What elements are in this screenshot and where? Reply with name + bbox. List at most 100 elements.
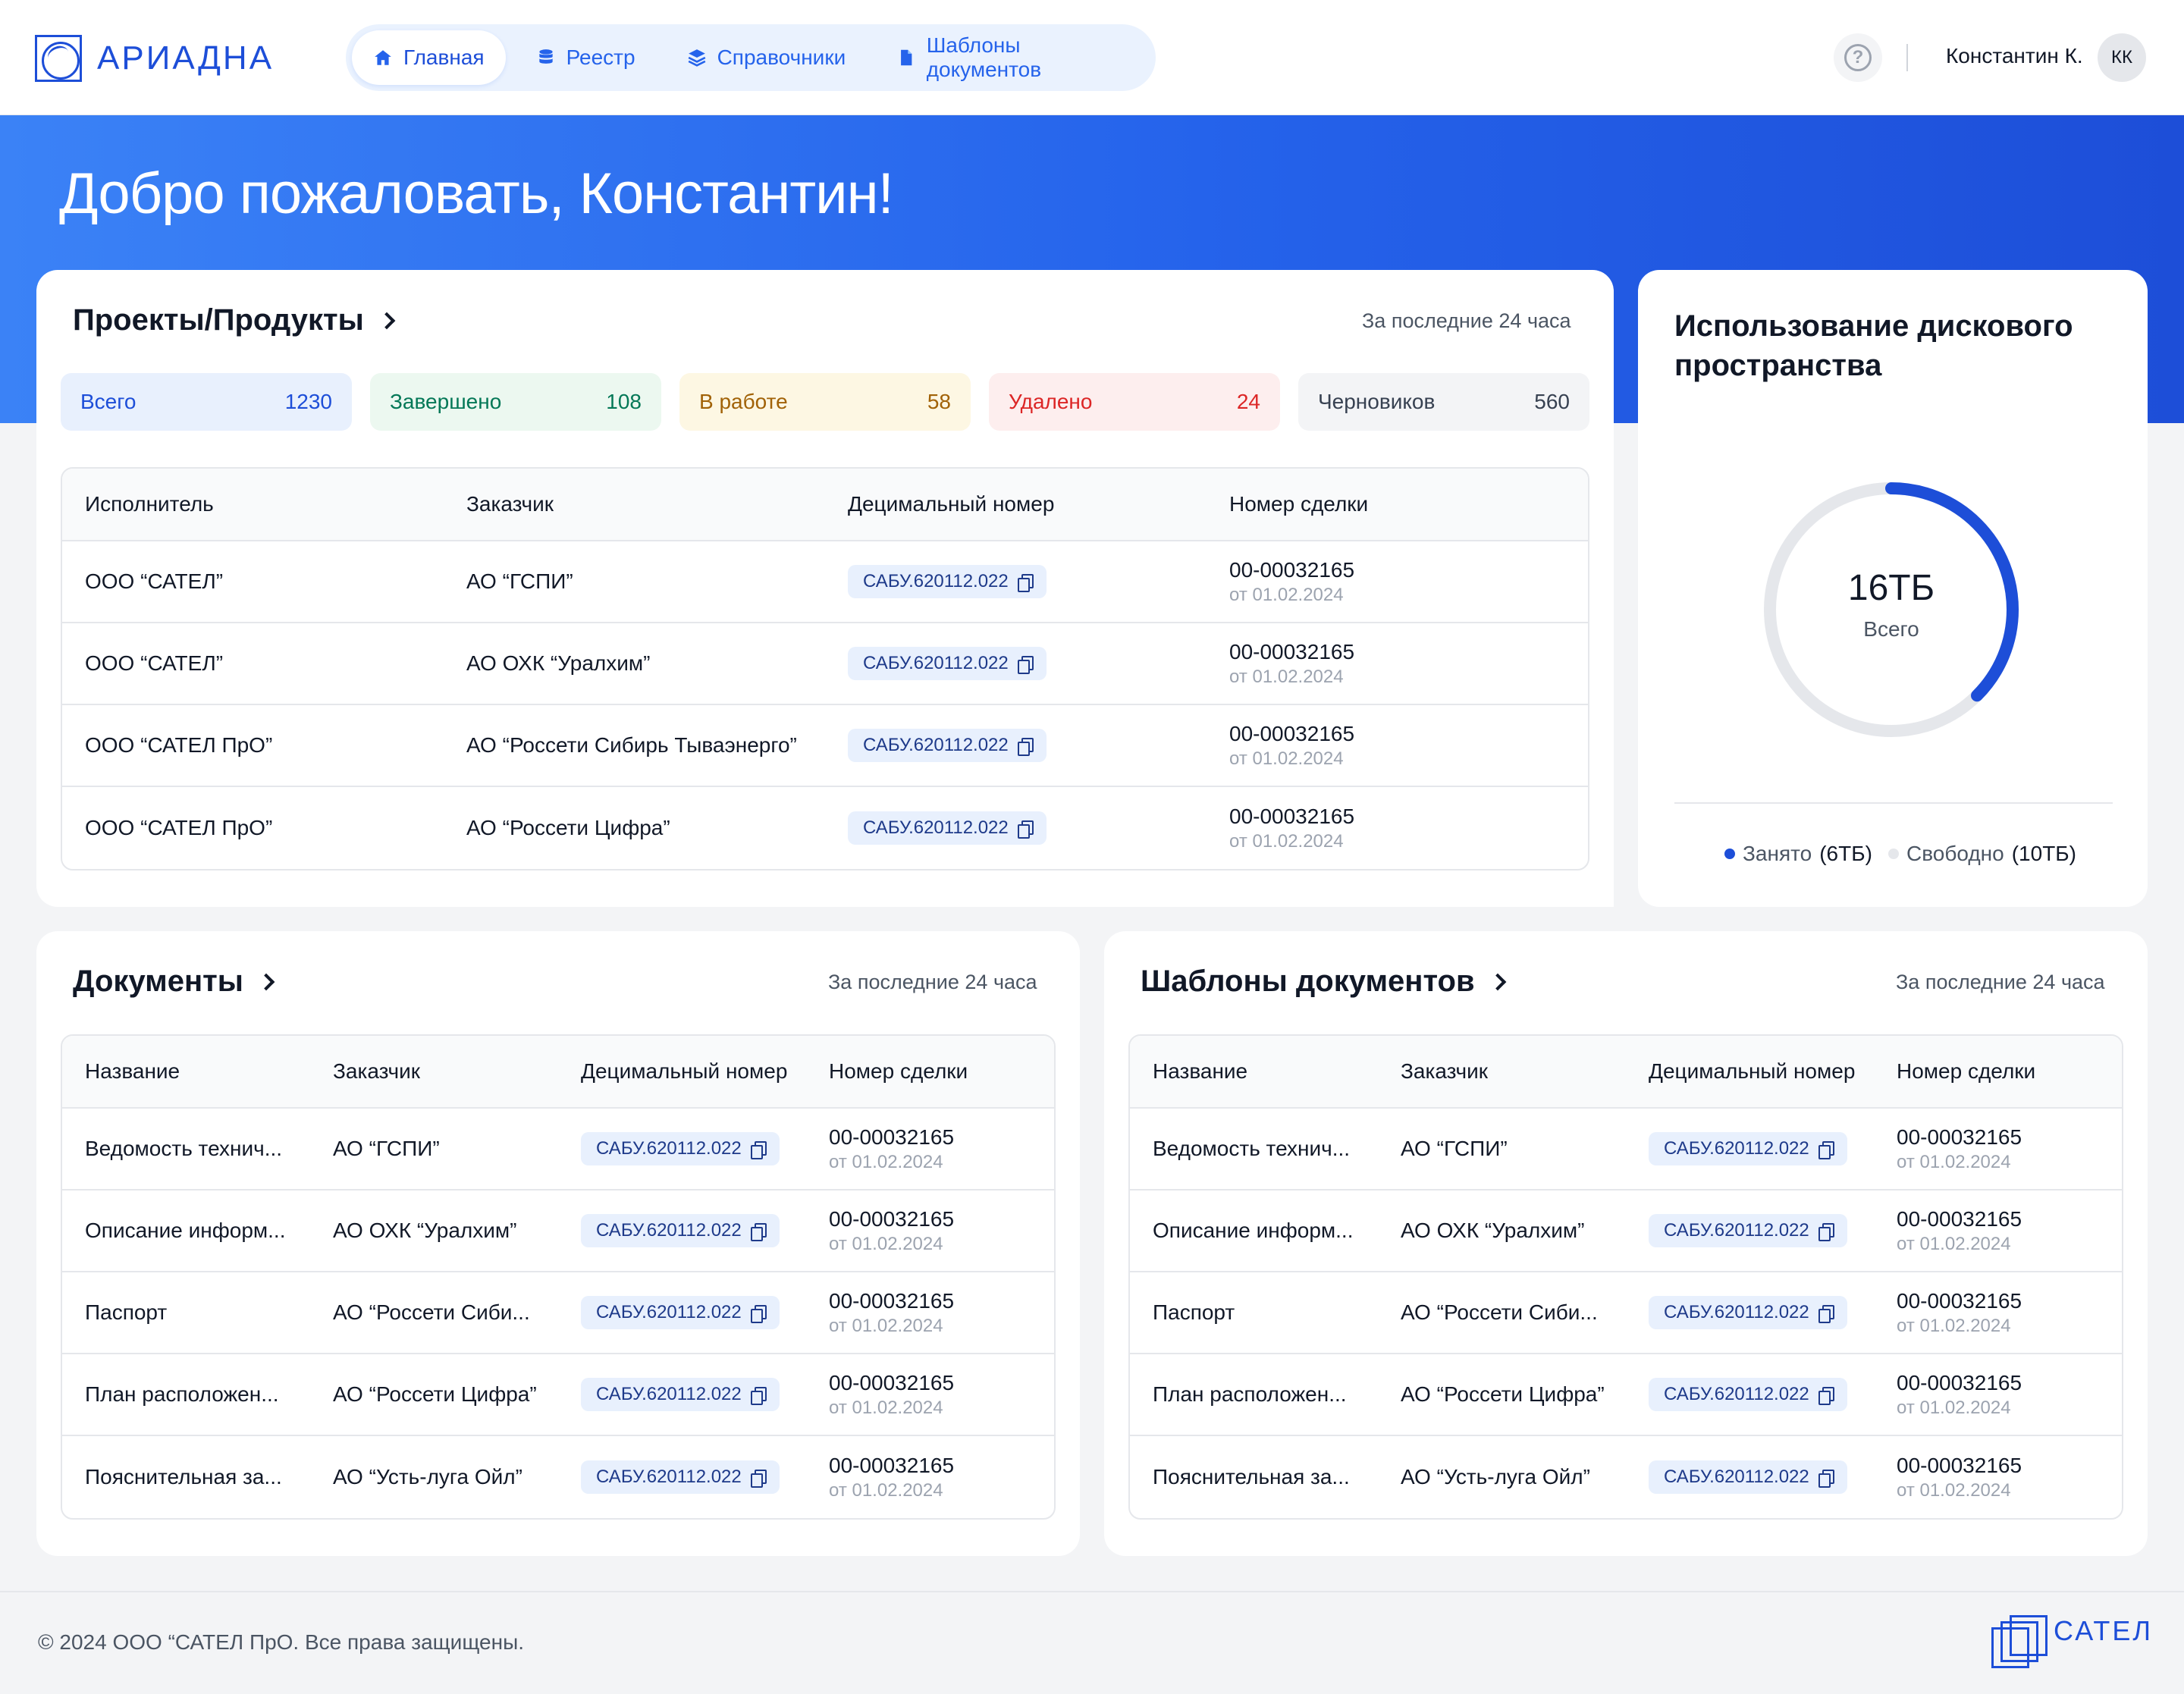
table-row[interactable]: Пояснительная за... АО “Усть-луга Ойл” САБ… [62,1436,1054,1518]
copy-icon[interactable] [1818,1223,1834,1241]
deal-number[interactable]: 00-00032165 [829,1369,1054,1397]
copy-icon[interactable] [1818,1305,1834,1323]
column-header[interactable]: Децимальный номер [1626,1059,1874,1084]
column-header[interactable]: Название [62,1059,310,1084]
decimal-number-chip[interactable]: САБУ.620112.022 [581,1296,780,1329]
table-row[interactable]: Описание информ... АО ОХК “Уралхим” САБУ.6… [62,1191,1054,1272]
decimal-number-chip[interactable]: САБУ.620112.022 [848,647,1046,680]
avatar[interactable]: КК [2098,33,2146,82]
decimal-number-chip[interactable]: САБУ.620112.022 [1649,1214,1847,1247]
deal-number[interactable]: 00-00032165 [1897,1124,2122,1151]
decimal-number-chip[interactable]: САБУ.620112.022 [848,565,1046,598]
deal-number[interactable]: 00-00032165 [1897,1452,2122,1479]
customer-cell: АО ОХК “Уралхим” [333,1219,517,1242]
copy-icon[interactable] [750,1223,767,1241]
deal-number[interactable]: 00-00032165 [1897,1288,2122,1315]
decimal-number-chip[interactable]: САБУ.620112.022 [581,1460,780,1494]
stat-deleted[interactable]: Удалено 24 [989,373,1280,431]
copy-icon[interactable] [750,1470,767,1488]
copy-icon[interactable] [1017,820,1034,839]
document-name-cell: Пояснительная за... [85,1465,282,1489]
deal-number[interactable]: 00-00032165 [829,1206,1054,1233]
deal-number[interactable]: 00-00032165 [1897,1369,2122,1397]
templates-title-link[interactable]: Шаблоны документов [1141,965,1506,999]
disk-total-value: 16ТБ [1847,568,1935,608]
table-row[interactable]: Паспорт АО “Россети Сиби... САБУ.620112.02… [1130,1272,2122,1354]
column-header[interactable]: Номер сделки [1207,492,1588,516]
stat-total[interactable]: Всего 1230 [61,373,352,431]
app-logo[interactable]: АРИАДНА [35,35,274,82]
table-row[interactable]: ООО “САТЕЛ” АО ОХК “Уралхим” САБУ.620112.0… [62,623,1588,705]
documents-title-link[interactable]: Документы [73,965,275,999]
nav-item-templates[interactable]: Шаблоны документов [876,30,1150,85]
decimal-number-chip[interactable]: САБУ.620112.022 [1649,1296,1847,1329]
deal-cell: 00-00032165 от 01.02.2024 [806,1288,1054,1338]
column-header[interactable]: Заказчик [1378,1059,1626,1084]
table-row[interactable]: ООО “САТЕЛ ПрО” АО “Россети Сибирь Тываэн… [62,705,1588,787]
copy-icon[interactable] [1818,1141,1834,1159]
column-header[interactable]: Номер сделки [1874,1059,2122,1084]
header-divider [1906,44,1908,71]
decimal-number-chip[interactable]: САБУ.620112.022 [581,1132,780,1165]
legend-label: Занято [1743,842,1812,865]
table-row[interactable]: План расположен... АО “Россети Цифра” САБУ… [62,1354,1054,1436]
satel-logo[interactable]: САТЕЛ [1991,1615,2153,1668]
stat-drafts[interactable]: Черновиков 560 [1298,373,1589,431]
user-name[interactable]: Константин К. [1946,44,2083,68]
table-row[interactable]: Ведомость технич... АО “ГСПИ” САБУ.620112.… [62,1109,1054,1191]
deal-number[interactable]: 00-00032165 [829,1124,1054,1151]
stat-completed[interactable]: Завершено 108 [370,373,661,431]
document-icon [901,49,912,66]
table-row[interactable]: Ведомость технич... АО “ГСПИ” САБУ.620112.… [1130,1109,2122,1191]
decimal-number-chip[interactable]: САБУ.620112.022 [848,729,1046,762]
column-header[interactable]: Децимальный номер [825,492,1207,516]
disk-usage-title: Использование дискового пространства [1674,309,2073,382]
deal-number[interactable]: 00-00032165 [1229,557,1588,584]
table-row[interactable]: План расположен... АО “Россети Цифра” САБУ… [1130,1354,2122,1436]
table-row[interactable]: Паспорт АО “Россети Сиби... САБУ.620112.02… [62,1272,1054,1354]
column-header[interactable]: Заказчик [444,492,825,516]
copy-icon[interactable] [1017,738,1034,756]
deal-number[interactable]: 00-00032165 [1897,1206,2122,1233]
column-header[interactable]: Исполнитель [62,492,444,516]
projects-title-link[interactable]: Проекты/Продукты [73,303,396,337]
nav-item-home[interactable]: Главная [352,30,506,85]
copy-icon[interactable] [1818,1387,1834,1405]
table-row[interactable]: ООО “САТЕЛ ПрО” АО “Россети Цифра” САБУ.62… [62,787,1588,869]
column-header[interactable]: Номер сделки [806,1059,1054,1084]
decimal-number-chip[interactable]: САБУ.620112.022 [581,1214,780,1247]
customer-cell: АО “Россети Сиби... [333,1300,530,1324]
deal-date: от 01.02.2024 [1897,1316,2011,1336]
decimal-number-chip[interactable]: САБУ.620112.022 [1649,1132,1847,1165]
column-header[interactable]: Децимальный номер [558,1059,806,1084]
copy-icon[interactable] [750,1141,767,1159]
deal-number[interactable]: 00-00032165 [1229,720,1588,748]
copy-icon[interactable] [1818,1470,1834,1488]
database-icon [538,49,553,64]
stat-label: Удалено [1009,390,1093,413]
column-header[interactable]: Заказчик [310,1059,558,1084]
decimal-number-chip[interactable]: САБУ.620112.022 [1649,1378,1847,1411]
table-row[interactable]: Пояснительная за... АО “Усть-луга Ойл” САБ… [1130,1436,2122,1518]
column-header[interactable]: Название [1130,1059,1378,1084]
legend-value: (10ТБ) [2011,842,2077,865]
nav-item-references[interactable]: Справочники [666,30,868,85]
deal-number[interactable]: 00-00032165 [829,1452,1054,1479]
decimal-number-chip[interactable]: САБУ.620112.022 [1649,1460,1847,1494]
table-row[interactable]: Описание информ... АО ОХК “Уралхим” САБУ.6… [1130,1191,2122,1272]
nav-item-registry[interactable]: Реестр [515,30,657,85]
deal-number[interactable]: 00-00032165 [829,1288,1054,1315]
customer-cell: АО ОХК “Уралхим” [466,651,651,675]
decimal-number-chip[interactable]: САБУ.620112.022 [581,1378,780,1411]
copy-icon[interactable] [750,1387,767,1405]
copy-icon[interactable] [1017,574,1034,592]
deal-number[interactable]: 00-00032165 [1229,638,1588,666]
copy-icon[interactable] [750,1305,767,1323]
decimal-number-chip[interactable]: САБУ.620112.022 [848,811,1046,845]
deal-number[interactable]: 00-00032165 [1229,803,1588,830]
stat-in-progress[interactable]: В работе 58 [679,373,971,431]
copy-icon[interactable] [1017,656,1034,674]
help-button[interactable]: ? [1834,33,1882,82]
document-name-cell: Описание информ... [85,1219,286,1242]
table-row[interactable]: ООО “САТЕЛ” АО “ГСПИ” САБУ.620112.022 00-00… [62,541,1588,623]
